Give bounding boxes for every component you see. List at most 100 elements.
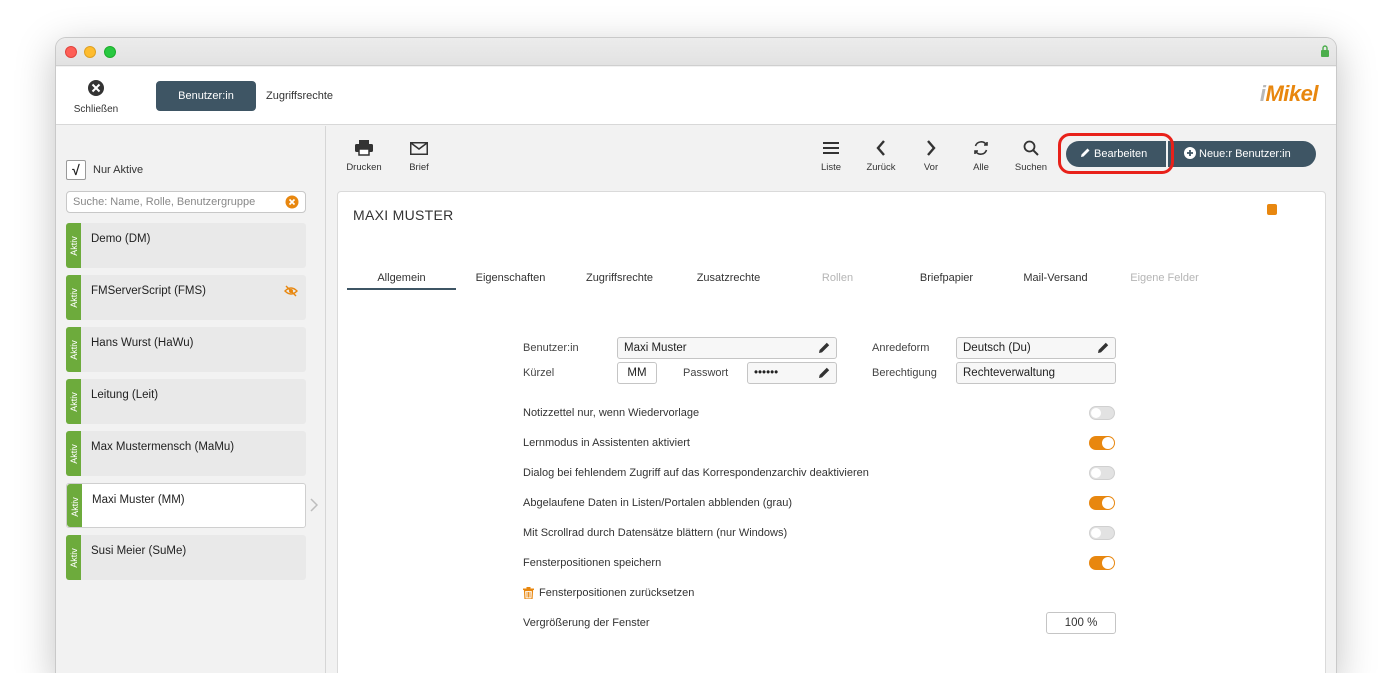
only-active-checkbox[interactable]: √ bbox=[66, 160, 86, 180]
zoom-value: 100 % bbox=[1064, 617, 1098, 629]
print-label: Drucken bbox=[346, 162, 382, 173]
password-field[interactable]: •••••• bbox=[747, 362, 837, 384]
hidden-eye-icon bbox=[284, 285, 298, 297]
search-placeholder: Suche: Name, Rolle, Benutzergruppe bbox=[73, 196, 256, 208]
user-field[interactable]: Maxi Muster bbox=[617, 337, 837, 359]
new-user-button[interactable]: Neue:r Benutzer:in bbox=[1168, 141, 1316, 167]
chevron-left-icon bbox=[876, 140, 885, 156]
record-card: MAXI MUSTER Allgemein Eigenschaften Zugr… bbox=[337, 191, 1326, 673]
option-label: Abgelaufene Daten in Listen/Portalen abb… bbox=[523, 497, 793, 509]
user-name: Max Mustermensch (MaMu) bbox=[91, 441, 235, 453]
status-badge: Aktiv bbox=[66, 535, 81, 580]
print-button[interactable]: Drucken bbox=[339, 138, 389, 173]
minimize-window-button[interactable] bbox=[84, 46, 96, 58]
list-item[interactable]: Aktiv Demo (DM) bbox=[66, 223, 306, 268]
list-button[interactable]: Liste bbox=[806, 138, 856, 173]
option-label: Notizzettel nur, wenn Wiedervorlage bbox=[523, 407, 700, 419]
clear-search-icon[interactable] bbox=[285, 195, 299, 209]
option-toggle[interactable] bbox=[1089, 556, 1115, 570]
letter-button[interactable]: Brief bbox=[394, 138, 444, 173]
user-name: Hans Wurst (HaWu) bbox=[91, 337, 194, 349]
option-toggle[interactable] bbox=[1089, 406, 1115, 420]
tab-eigene-felder: Eigene Felder bbox=[1130, 272, 1199, 284]
status-badge: Aktiv bbox=[66, 223, 81, 268]
option-toggle[interactable] bbox=[1089, 496, 1115, 510]
option-toggle[interactable] bbox=[1089, 436, 1115, 450]
user-name: Leitung (Leit) bbox=[91, 389, 159, 401]
sidebar: √ Nur Aktive Suche: Name, Rolle, Benutze… bbox=[56, 126, 326, 673]
salutation-label: Anredeform bbox=[872, 342, 930, 354]
option-label: Dialog bei fehlendem Zugriff auf das Kor… bbox=[523, 467, 869, 479]
option-toggle[interactable] bbox=[1089, 466, 1115, 480]
list-item[interactable]: Aktiv Max Mustermensch (MaMu) bbox=[66, 431, 306, 476]
close-window-button[interactable] bbox=[65, 46, 77, 58]
close-button[interactable]: Schließen bbox=[70, 79, 122, 115]
main-panel: Drucken Brief Liste Zurück Vor Alle Such… bbox=[327, 126, 1336, 673]
tab-zusatzrechte[interactable]: Zusatzrechte bbox=[674, 272, 783, 284]
permission-value: Rechteverwaltung bbox=[963, 367, 1056, 379]
zoom-field[interactable]: 100 % bbox=[1046, 612, 1116, 634]
list-item[interactable]: Aktiv Leitung (Leit) bbox=[66, 379, 306, 424]
status-badge: Aktiv bbox=[66, 327, 81, 372]
option-label: Lernmodus in Assistenten aktiviert bbox=[523, 437, 690, 449]
password-value: •••••• bbox=[754, 367, 779, 379]
status-badge: Aktiv bbox=[66, 275, 81, 320]
list-label: Liste bbox=[820, 162, 842, 173]
envelope-icon bbox=[410, 141, 428, 155]
list-icon bbox=[823, 142, 839, 154]
tab-briefpapier[interactable]: Briefpapier bbox=[892, 272, 1001, 284]
salutation-value: Deutsch (Du) bbox=[963, 342, 1031, 354]
tab-zugriffsrechte[interactable]: Zugriffsrechte bbox=[565, 272, 674, 284]
user-field-label: Benutzer:in bbox=[523, 342, 579, 354]
list-item[interactable]: Aktiv FMServerScript (FMS) bbox=[66, 275, 306, 320]
tab-rollen: Rollen bbox=[821, 272, 854, 284]
pencil-icon[interactable] bbox=[818, 341, 831, 354]
forward-button[interactable]: Vor bbox=[906, 138, 956, 173]
chevron-right-icon bbox=[927, 140, 936, 156]
permission-field[interactable]: Rechteverwaltung bbox=[956, 362, 1116, 384]
tab-benutzer[interactable]: Benutzer:in bbox=[156, 81, 256, 111]
tab-allgemein[interactable]: Allgemein bbox=[347, 272, 456, 290]
list-item[interactable]: Aktiv Susi Meier (SuMe) bbox=[66, 535, 306, 580]
all-button[interactable]: Alle bbox=[956, 138, 1006, 173]
status-badge: Aktiv bbox=[67, 484, 82, 527]
note-icon[interactable] bbox=[1267, 204, 1277, 215]
app-header: Schließen Benutzer:in Zugriffsrechte iMi… bbox=[56, 67, 1336, 125]
option-toggle[interactable] bbox=[1089, 526, 1115, 540]
salutation-field[interactable]: Deutsch (Du) bbox=[956, 337, 1116, 359]
user-name: Susi Meier (SuMe) bbox=[91, 545, 187, 557]
tab-zugriffsrechte[interactable]: Zugriffsrechte bbox=[266, 81, 333, 111]
printer-icon bbox=[355, 140, 373, 156]
title-bar bbox=[56, 38, 1336, 66]
search-label: Suchen bbox=[1014, 162, 1048, 173]
search-button[interactable]: Suchen bbox=[1006, 138, 1056, 173]
list-item[interactable]: Aktiv Hans Wurst (HaWu) bbox=[66, 327, 306, 372]
zoom-window-button[interactable] bbox=[104, 46, 116, 58]
search-input[interactable]: Suche: Name, Rolle, Benutzergruppe bbox=[66, 191, 306, 213]
tab-mail-versand[interactable]: Mail-Versand bbox=[1001, 272, 1110, 284]
close-circle-icon bbox=[88, 80, 104, 96]
highlight-annotation bbox=[1058, 133, 1174, 174]
search-icon bbox=[1023, 140, 1039, 156]
lock-icon bbox=[1321, 45, 1329, 57]
option-label: Fensterpositionen speichern bbox=[523, 557, 662, 569]
back-button[interactable]: Zurück bbox=[856, 138, 906, 173]
pencil-icon[interactable] bbox=[818, 366, 831, 379]
password-label: Passwort bbox=[683, 367, 729, 379]
short-field[interactable]: MM bbox=[617, 362, 657, 384]
new-user-label: Neue:r Benutzer:in bbox=[1199, 148, 1291, 160]
tab-eigenschaften[interactable]: Eigenschaften bbox=[456, 272, 565, 284]
only-active-filter[interactable]: √ Nur Aktive bbox=[66, 160, 143, 180]
reset-label: Fensterpositionen zurücksetzen bbox=[539, 587, 695, 599]
user-name: Maxi Muster (MM) bbox=[92, 494, 185, 506]
reset-positions-button[interactable]: Fensterpositionen zurücksetzen bbox=[523, 587, 694, 599]
pencil-icon[interactable] bbox=[1097, 341, 1110, 354]
refresh-icon bbox=[974, 141, 988, 155]
short-value: MM bbox=[627, 367, 647, 379]
user-name: FMServerScript (FMS) bbox=[91, 285, 206, 297]
zoom-label: Vergrößerung der Fenster bbox=[523, 617, 650, 629]
chevron-right-icon bbox=[310, 498, 318, 512]
short-label: Kürzel bbox=[523, 367, 555, 379]
list-item-selected[interactable]: Aktiv Maxi Muster (MM) bbox=[66, 483, 306, 528]
plus-circle-icon bbox=[1184, 147, 1196, 159]
